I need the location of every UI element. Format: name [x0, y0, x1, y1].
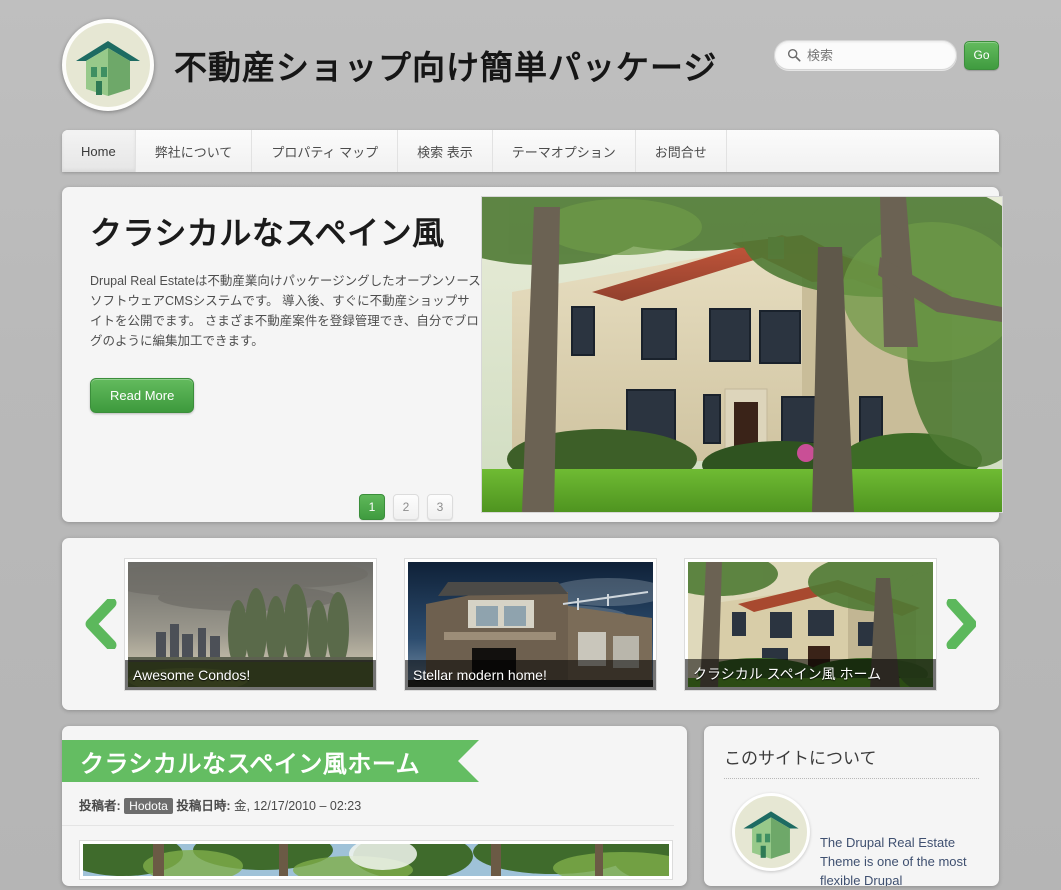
- date-label: 投稿日時:: [176, 799, 231, 813]
- article-author[interactable]: Hodota: [124, 798, 173, 814]
- sidebar-title: このサイトについて: [723, 744, 979, 779]
- page-title: 不動産ショップ向け簡単パッケージ: [174, 49, 718, 86]
- search-area: Go: [774, 40, 999, 70]
- hero-image[interactable]: [481, 196, 1003, 513]
- nav-item-contact[interactable]: お問合せ: [636, 130, 727, 172]
- search-input[interactable]: [807, 47, 944, 63]
- nav-item-theme-options[interactable]: テーマオプション: [493, 130, 636, 172]
- carousel-slide-1[interactable]: Awesome Condos!: [124, 557, 377, 691]
- carousel-slide-3[interactable]: クラシカル スペイン風 ホーム: [684, 557, 937, 691]
- article-meta: 投稿者: Hodota 投稿日時: 金, 12/17/2010 – 02:23: [62, 782, 674, 826]
- chevron-left-icon[interactable]: [78, 599, 124, 649]
- carousel-track: Awesome Condos! Stellar modern home! クラシ…: [124, 557, 937, 691]
- article-date: 金, 12/17/2010 – 02:23: [234, 799, 362, 813]
- search-go-button[interactable]: Go: [964, 40, 999, 70]
- carousel-caption-2: Stellar modern home!: [405, 659, 656, 690]
- hero-text-column: クラシカルなスペイン風 Drupal Real Estateは不動産業向けパッケ…: [71, 196, 481, 520]
- hero-pagination: 1 2 3: [359, 494, 453, 520]
- hero-page-2[interactable]: 2: [393, 494, 419, 520]
- nav-item-property-map[interactable]: プロパティ マップ: [252, 130, 399, 172]
- article-image[interactable]: [79, 840, 673, 880]
- article-title[interactable]: クラシカルなスペイン風ホーム: [62, 740, 479, 782]
- carousel-caption-3: クラシカル スペイン風 ホーム: [685, 658, 936, 690]
- page-root: 不動産ショップ向け簡単パッケージ Go Home 弊社について プロパティ マッ…: [0, 0, 1061, 890]
- search-box[interactable]: [774, 40, 957, 70]
- search-icon: [787, 48, 801, 62]
- nav-item-about[interactable]: 弊社について: [136, 130, 253, 172]
- chevron-right-icon[interactable]: [937, 599, 983, 649]
- house-logo-icon[interactable]: [62, 19, 154, 111]
- hero-page-1[interactable]: 1: [359, 494, 385, 520]
- bottom-section: クラシカルなスペイン風ホーム 投稿者: Hodota 投稿日時: 金, 12/1…: [62, 726, 999, 886]
- article-column: クラシカルなスペイン風ホーム 投稿者: Hodota 投稿日時: 金, 12/1…: [62, 726, 687, 886]
- read-more-button[interactable]: Read More: [90, 378, 195, 413]
- carousel-slide-2[interactable]: Stellar modern home!: [404, 557, 657, 691]
- sidebar-about: このサイトについて The Drupal Real Estate Theme i…: [703, 726, 999, 886]
- hero-page-3[interactable]: 3: [427, 494, 453, 520]
- carousel-caption-1: Awesome Condos!: [125, 659, 376, 690]
- main-navigation: Home 弊社について プロパティ マップ 検索 表示 テーマオプション お問合…: [62, 130, 999, 172]
- hero-banner: クラシカルなスペイン風 Drupal Real Estateは不動産業向けパッケ…: [62, 187, 1003, 522]
- house-logo-icon: [731, 793, 810, 871]
- nav-item-home[interactable]: Home: [62, 130, 136, 172]
- hero-title: クラシカルなスペイン風: [90, 215, 445, 251]
- author-label: 投稿者:: [79, 799, 121, 813]
- site-header: 不動産ショップ向け簡単パッケージ Go: [0, 0, 1061, 130]
- hero-description: Drupal Real Estateは不動産業向けパッケージングしたオープンソー…: [90, 274, 481, 348]
- nav-item-search-display[interactable]: 検索 表示: [398, 130, 493, 172]
- property-carousel: Awesome Condos! Stellar modern home! クラシ…: [62, 538, 999, 710]
- sidebar-body: The Drupal Real Estate Theme is one of t…: [724, 793, 979, 886]
